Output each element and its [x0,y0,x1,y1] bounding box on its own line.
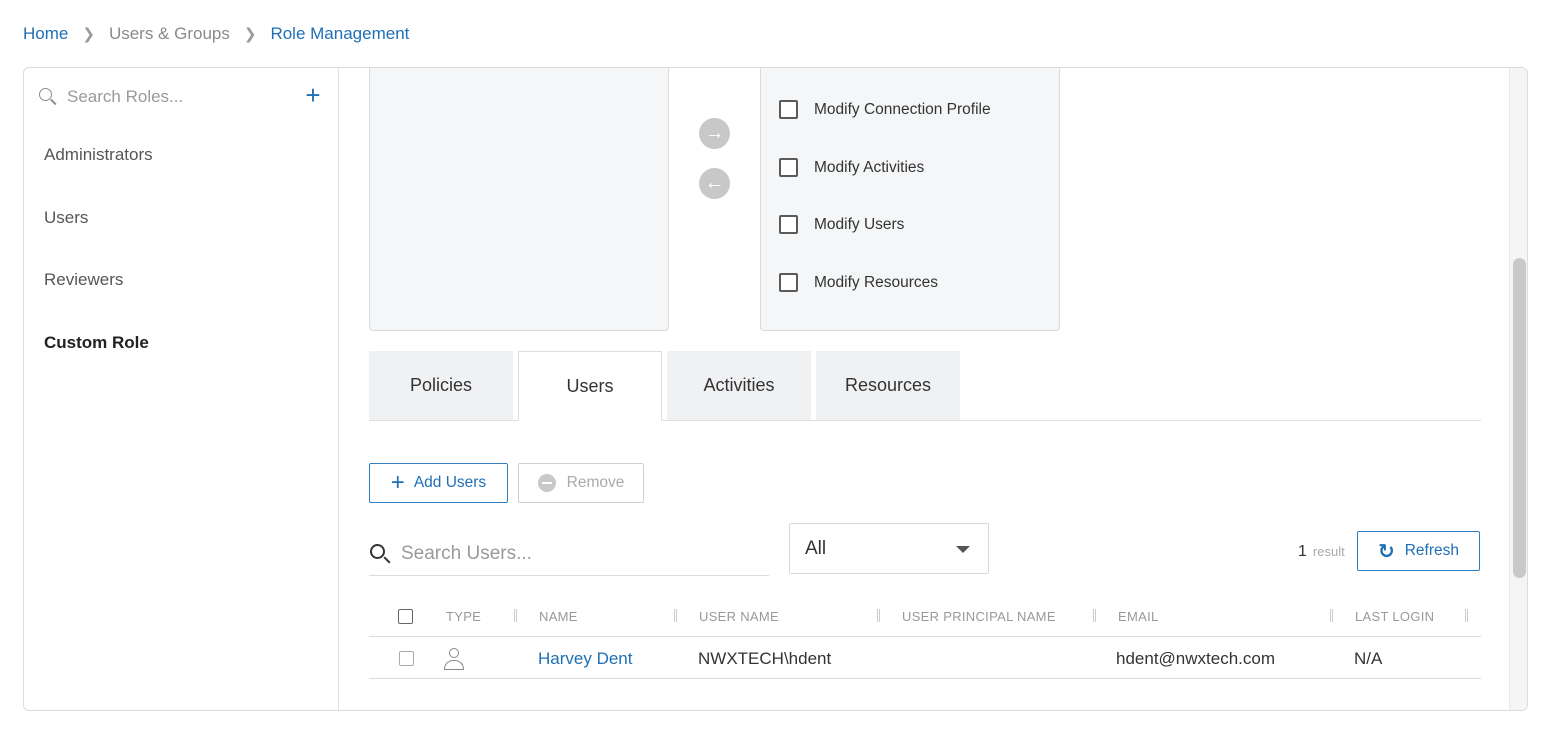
role-management-panel: Search Roles... + Administrators Users R… [23,67,1528,711]
breadcrumb-home[interactable]: Home [23,24,68,44]
column-name[interactable]: NAME [539,595,578,637]
minus-circle-icon [537,474,556,492]
add-role-icon[interactable]: + [302,82,324,108]
user-email: hdent@nwxtech.com [1116,648,1276,668]
permission-label: Modify Activities [814,158,925,176]
tab-users[interactable]: Users [518,351,662,421]
breadcrumb-current: Role Management [270,24,410,43]
role-tabs: Policies Users Activities Resources [369,351,1481,421]
remove-button[interactable]: Remove [518,463,644,503]
user-search-placeholder: Search Users... [401,543,532,564]
column-resize-handle[interactable] [877,609,880,622]
column-user-principal-name[interactable]: USER PRINCIPAL NAME [902,595,1056,637]
vertical-scrollbar[interactable] [1509,68,1527,710]
row-checkbox[interactable] [399,638,414,679]
permission-item[interactable]: Modify Resources [779,273,938,292]
search-icon [369,543,391,565]
permission-item[interactable]: Modify Users [779,215,904,234]
available-permissions-list [369,68,669,331]
column-last-login[interactable]: LAST LOGIN [1355,595,1434,637]
breadcrumb-users-groups[interactable]: Users & Groups [109,24,230,44]
column-email[interactable]: EMAIL [1118,595,1159,637]
refresh-label: Refresh [1404,542,1460,559]
arrow-left-icon[interactable]: ← [699,168,730,199]
column-resize-handle[interactable] [1093,609,1096,622]
role-search-placeholder: Search Roles... [67,87,184,106]
result-label: result [1312,544,1345,559]
permission-label: Modify Users [814,215,905,233]
user-search-input[interactable]: Search Users... [369,533,769,576]
chevron-right-icon: ❯ [243,26,257,43]
roles-sidebar: Search Roles... + Administrators Users R… [24,68,339,710]
main-content: → ← Modify Connection Profile Modify Act… [340,68,1509,710]
add-users-label: Add Users [413,474,487,491]
column-user-name[interactable]: USER NAME [699,595,779,637]
refresh-icon: ↻ [1377,540,1395,563]
tab-policies[interactable]: Policies [369,351,513,420]
refresh-button[interactable]: ↻ Refresh [1357,531,1480,571]
user-name-link[interactable]: Harvey Dent [538,638,632,679]
sidebar-item-users[interactable]: Users [44,208,88,228]
chevron-right-icon: ❯ [82,26,95,43]
select-all-checkbox[interactable] [398,595,413,637]
role-search-input[interactable]: Search Roles... [38,84,328,110]
permission-label: Modify Connection Profile [814,100,991,118]
arrow-right-icon[interactable]: → [699,118,730,149]
column-resize-handle[interactable] [1465,609,1468,622]
assigned-permissions-list: Modify Connection Profile Modify Activit… [760,68,1060,331]
permission-label: Modify Resources [814,273,939,291]
tab-activities[interactable]: Activities [667,351,811,420]
filter-value: All [805,537,827,559]
sidebar-item-administrators[interactable]: Administrators [44,145,153,165]
column-resize-handle[interactable] [1330,609,1333,622]
caret-down-icon [956,546,970,553]
column-type[interactable]: TYPE [446,595,481,637]
result-count: 1 result [1298,543,1345,561]
table-row[interactable]: Harvey Dent NWXTECH\hdent hdent@nwxtech.… [369,638,1481,679]
result-number: 1 [1298,543,1307,560]
user-icon [443,638,465,679]
permission-item[interactable]: Modify Activities [779,158,924,177]
search-icon [38,87,58,107]
user-login-name: NWXTECH\hdent [698,648,832,668]
add-users-button[interactable]: + Add Users [369,463,508,503]
sidebar-item-reviewers[interactable]: Reviewers [44,270,123,290]
checkbox[interactable] [779,215,798,234]
permission-item[interactable]: Modify Connection Profile [779,100,991,119]
users-table-header: TYPE NAME USER NAME USER PRINCIPAL NAME … [369,595,1481,637]
type-filter-select[interactable]: All [789,523,989,574]
column-resize-handle[interactable] [674,609,677,622]
scrollbar-thumb[interactable] [1513,258,1526,578]
user-last-login: N/A [1354,648,1383,668]
sidebar-item-custom-role[interactable]: Custom Role [44,333,149,353]
checkbox[interactable] [779,273,798,292]
plus-icon: + [390,469,405,496]
checkbox[interactable] [779,100,798,119]
tab-resources[interactable]: Resources [816,351,960,420]
remove-label: Remove [566,474,625,491]
column-resize-handle[interactable] [514,609,517,622]
checkbox[interactable] [779,158,798,177]
breadcrumb: Home ❯ Users & Groups ❯ Role Management [23,22,409,46]
